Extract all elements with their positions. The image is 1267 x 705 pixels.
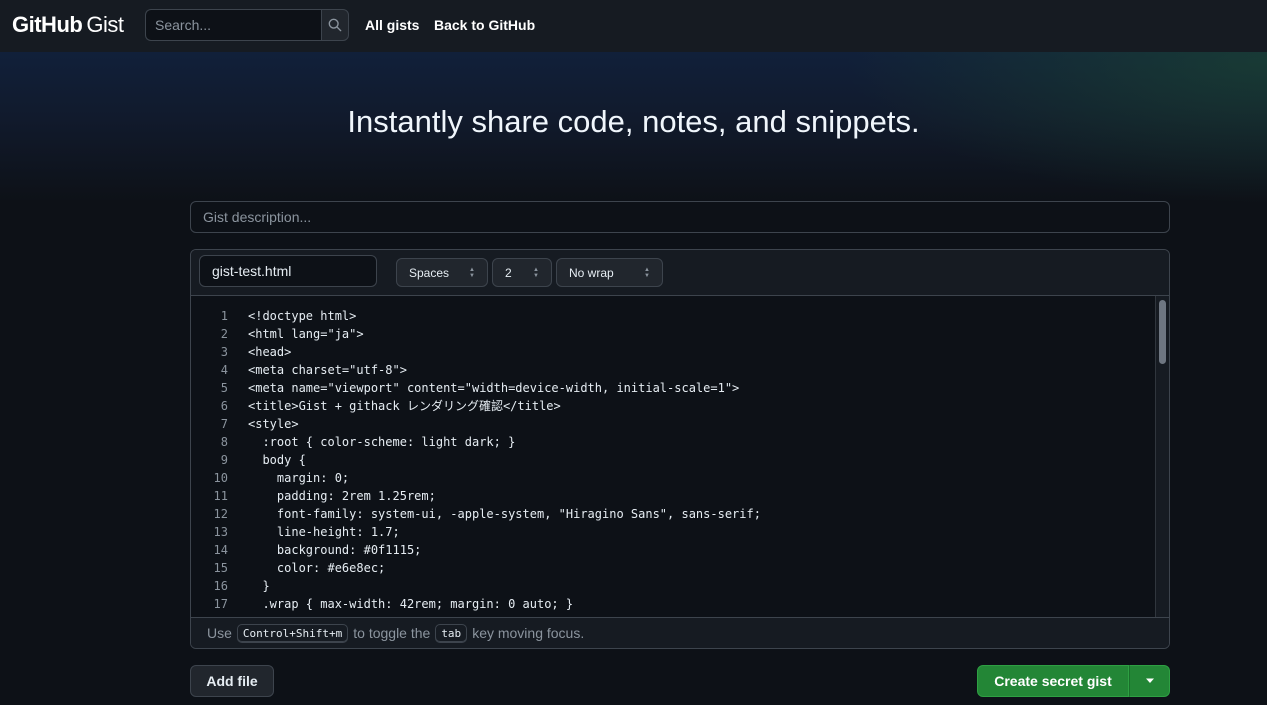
line-text: <title>Gist + githack レンダリング確認</title> xyxy=(248,399,561,413)
search-button[interactable] xyxy=(321,9,349,41)
site-header: GitHub Gist All gists Back to GitHub xyxy=(0,0,1267,52)
line-number: 7 xyxy=(220,417,228,431)
logo-product: Gist xyxy=(86,12,124,37)
hint-suffix: key moving focus. xyxy=(472,625,585,641)
indent-size-value: 2 xyxy=(505,265,512,280)
github-gist-logo[interactable]: GitHub Gist xyxy=(12,12,124,38)
search-icon xyxy=(328,18,342,32)
hint-prefix: Use xyxy=(207,625,232,641)
line-number: 15 xyxy=(213,561,228,575)
line-text: <html lang="ja"> xyxy=(248,327,364,341)
filename-input[interactable] xyxy=(199,255,377,287)
scrollbar-thumb[interactable] xyxy=(1159,300,1166,364)
line-text: padding: 2rem 1.25rem; xyxy=(248,489,436,503)
code-line: 9 body { xyxy=(191,451,1151,469)
line-number: 4 xyxy=(220,363,228,377)
line-number: 3 xyxy=(220,345,228,359)
line-number: 5 xyxy=(220,381,228,395)
line-text: color: #e6e8ec; xyxy=(248,561,386,575)
code-line: 10 margin: 0; xyxy=(191,469,1151,487)
wrap-mode-select[interactable]: No wrap ▲ ▼ xyxy=(556,258,663,287)
code-line: 12 font-family: system-ui, -apple-system… xyxy=(191,505,1151,523)
logo-brand: GitHub xyxy=(12,12,83,37)
gist-description-input[interactable] xyxy=(190,201,1170,233)
line-text: .wrap { max-width: 42rem; margin: 0 auto… xyxy=(248,597,574,611)
code-line: 1 <!doctype html> xyxy=(191,307,1151,325)
line-number: 9 xyxy=(220,453,228,467)
search-input[interactable] xyxy=(145,9,321,41)
line-text: body { xyxy=(248,453,306,467)
code-line: 17 .wrap { max-width: 42rem; margin: 0 a… xyxy=(191,595,1151,613)
tab-kbd: tab xyxy=(435,623,468,643)
indent-mode-select[interactable]: Spaces ▲ ▼ xyxy=(396,258,488,287)
code-line: 3 <head> xyxy=(191,343,1151,361)
indent-size-select[interactable]: 2 ▲ ▼ xyxy=(492,258,552,287)
code-line: 5 <meta name="viewport" content="width=de… xyxy=(191,379,1151,397)
line-number: 14 xyxy=(213,543,228,557)
nav-all-gists[interactable]: All gists xyxy=(365,17,419,33)
line-text: <!doctype html> xyxy=(248,309,357,323)
hint-middle: to toggle the xyxy=(353,625,431,641)
line-text: background: #0f1115; xyxy=(248,543,422,557)
line-text: :root { color-scheme: light dark; } xyxy=(248,435,516,449)
select-caret-icon: ▲ ▼ xyxy=(469,266,475,279)
line-number: 11 xyxy=(213,489,228,503)
create-gist-button-group: Create secret gist xyxy=(977,665,1170,697)
select-caret-icon: ▲ ▼ xyxy=(533,266,539,279)
line-number: 13 xyxy=(213,525,228,539)
select-caret-icon: ▲ ▼ xyxy=(644,266,650,279)
indent-mode-value: Spaces xyxy=(409,265,450,280)
line-text: <head> xyxy=(248,345,292,359)
editor-scrollbar[interactable] xyxy=(1155,296,1169,617)
line-text: <style> xyxy=(248,417,299,431)
code-editor[interactable]: 1 <!doctype html> 2 <html lang="ja"> 3 <hea… xyxy=(191,296,1169,617)
line-text: } xyxy=(248,579,270,593)
line-number: 17 xyxy=(213,597,228,611)
code-line: 13 line-height: 1.7; xyxy=(191,523,1151,541)
line-number: 8 xyxy=(220,435,228,449)
file-editor-box: Spaces ▲▼ 2 ▲▼ No wrap ▲▼ 1 <!doctype htm… xyxy=(190,249,1170,649)
line-text: line-height: 1.7; xyxy=(248,525,400,539)
line-number: 10 xyxy=(213,471,228,485)
nav-back-to-github[interactable]: Back to GitHub xyxy=(434,17,535,33)
shortcut-kbd: Control+Shift+m xyxy=(236,623,349,643)
line-number: 2 xyxy=(220,327,228,341)
create-options-dropdown[interactable] xyxy=(1129,665,1170,697)
code-line: 15 color: #e6e8ec; xyxy=(191,559,1151,577)
line-number: 6 xyxy=(220,399,228,413)
code-line: 4 <meta charset="utf-8"> xyxy=(191,361,1151,379)
line-number: 12 xyxy=(213,507,228,521)
line-number: 16 xyxy=(213,579,228,593)
line-number: 1 xyxy=(220,309,228,323)
line-text: <meta name="viewport" content="width=dev… xyxy=(248,381,740,395)
code-line: 2 <html lang="ja"> xyxy=(191,325,1151,343)
code-line: 14 background: #0f1115; xyxy=(191,541,1151,559)
create-secret-gist-button[interactable]: Create secret gist xyxy=(977,665,1129,697)
editor-hint: Use Control+Shift+m to toggle the tab ke… xyxy=(191,617,1169,648)
triangle-down-icon xyxy=(1145,678,1154,683)
code-line: 6 <title>Gist + githack レンダリング確認</title> xyxy=(191,397,1151,415)
line-text: margin: 0; xyxy=(248,471,350,485)
search-form xyxy=(145,9,349,41)
code-line: 11 padding: 2rem 1.25rem; xyxy=(191,487,1151,505)
code-line: 8 :root { color-scheme: light dark; } xyxy=(191,433,1151,451)
add-file-button[interactable]: Add file xyxy=(190,665,274,697)
line-text: font-family: system-ui, -apple-system, "… xyxy=(248,507,761,521)
hero-title: Instantly share code, notes, and snippet… xyxy=(347,104,920,139)
wrap-mode-value: No wrap xyxy=(569,265,614,280)
code-line: 7 <style> xyxy=(191,415,1151,433)
line-text: <meta charset="utf-8"> xyxy=(248,363,407,377)
file-editor-header: Spaces ▲▼ 2 ▲▼ No wrap ▲▼ xyxy=(191,250,1169,296)
code-line: 16 } xyxy=(191,577,1151,595)
